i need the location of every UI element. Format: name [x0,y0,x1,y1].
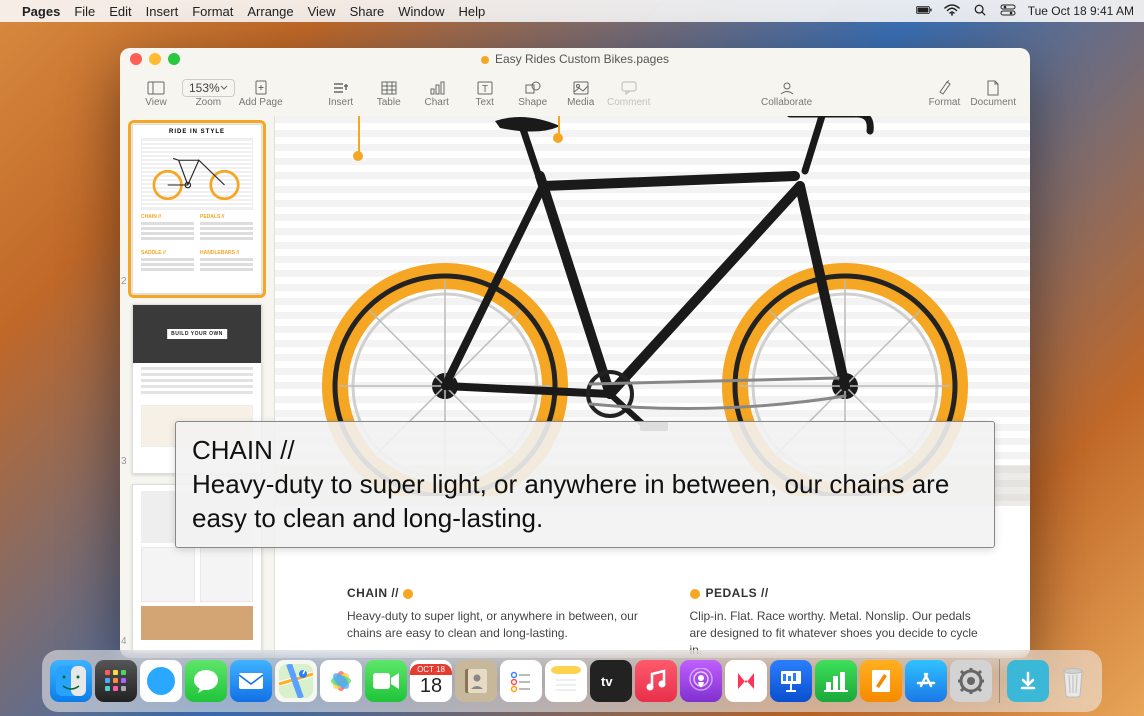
titlebar[interactable]: Easy Rides Custom Bikes.pages [120,48,1030,70]
dock-finder[interactable] [50,660,92,702]
callout-dot [353,151,363,161]
dock-reminders[interactable] [500,660,542,702]
minimize-button[interactable] [149,53,161,65]
maximize-button[interactable] [168,53,180,65]
close-button[interactable] [130,53,142,65]
wifi-icon[interactable] [944,4,960,19]
menu-view[interactable]: View [308,4,336,19]
window-title: Easy Rides Custom Bikes.pages [495,52,669,66]
dock-downloads[interactable] [1007,660,1049,702]
toolbar-text[interactable]: TText [463,79,507,108]
dock-mail[interactable] [230,660,272,702]
dock-contacts[interactable] [455,660,497,702]
menu-help[interactable]: Help [459,4,486,19]
dock-photos[interactable] [320,660,362,702]
toolbar-format[interactable]: Format [922,79,966,108]
app-name[interactable]: Pages [22,4,60,19]
dock-app-store[interactable] [905,660,947,702]
column-chain[interactable]: CHAIN // Heavy-duty to super light, or a… [347,586,648,658]
text-columns: CHAIN // Heavy-duty to super light, or a… [347,586,990,658]
dock-tv[interactable]: tv [590,660,632,702]
toolbar-shape[interactable]: Shape [511,79,555,108]
dock-numbers[interactable] [815,660,857,702]
toolbar-zoom[interactable]: 153% Zoom [182,79,235,108]
callout-dot-icon [690,589,700,599]
menu-share[interactable]: Share [350,4,385,19]
toolbar-collaborate[interactable]: Collaborate [761,79,812,108]
dock-keynote[interactable] [770,660,812,702]
doc-proxy-icon[interactable] [481,56,489,64]
menu-format[interactable]: Format [192,4,233,19]
dock: OCT 1818 tv [42,650,1102,712]
dock-facetime[interactable] [365,660,407,702]
callout-dot-icon [403,589,413,599]
dock-messages[interactable] [185,660,227,702]
menu-edit[interactable]: Edit [109,4,131,19]
page: CHAIN // Heavy-duty to super light, or a… [275,116,1030,658]
dock-system-settings[interactable] [950,660,992,702]
dock-news[interactable] [725,660,767,702]
toolbar-insert[interactable]: Insert [319,79,363,108]
toolbar: View 153% Zoom Add Page Insert Table Cha… [120,70,1030,116]
page-thumbnails-sidebar[interactable]: 2 RIDE IN STYLE CHAIN // PEDALS // SADDL… [120,116,275,658]
callout-dot [553,133,563,143]
thumbnail-page-2[interactable]: 2 RIDE IN STYLE CHAIN // PEDALS // SADDL… [132,124,262,294]
menu-file[interactable]: File [74,4,95,19]
menu-window[interactable]: Window [398,4,444,19]
dock-divider [999,659,1000,703]
toolbar-media[interactable]: Media [559,79,603,108]
hover-text-overlay: CHAIN // Heavy-duty to super light, or a… [175,421,995,548]
dock-pages[interactable] [860,660,902,702]
clock[interactable]: Tue Oct 18 9:41 AM [1028,4,1134,18]
document-canvas[interactable]: CHAIN // Heavy-duty to super light, or a… [275,116,1030,658]
svg-text:T: T [482,84,488,95]
callout-line [358,116,360,156]
dock-trash[interactable] [1052,660,1094,702]
toolbar-view[interactable]: View [134,79,178,108]
battery-icon[interactable] [916,4,932,19]
dock-music[interactable] [635,660,677,702]
dock-launchpad[interactable] [95,660,137,702]
dock-maps[interactable] [275,660,317,702]
menubar: Pages File Edit Insert Format Arrange Vi… [0,0,1144,22]
toolbar-add-page[interactable]: Add Page [239,79,283,108]
toolbar-chart[interactable]: Chart [415,79,459,108]
menu-arrange[interactable]: Arrange [247,4,293,19]
toolbar-table[interactable]: Table [367,79,411,108]
svg-text:tv: tv [601,674,613,689]
dock-calendar[interactable]: OCT 1818 [410,660,452,702]
dock-notes[interactable] [545,660,587,702]
toolbar-document[interactable]: Document [970,79,1016,108]
dock-podcasts[interactable] [680,660,722,702]
control-center-icon[interactable] [1000,4,1016,19]
menu-insert[interactable]: Insert [146,4,179,19]
toolbar-comment: Comment [607,79,651,108]
pages-window: Easy Rides Custom Bikes.pages View 153% … [120,48,1030,658]
column-pedals[interactable]: PEDALS // Clip-in. Flat. Race worthy. Me… [690,586,991,658]
dock-safari[interactable] [140,660,182,702]
search-icon[interactable] [972,4,988,19]
